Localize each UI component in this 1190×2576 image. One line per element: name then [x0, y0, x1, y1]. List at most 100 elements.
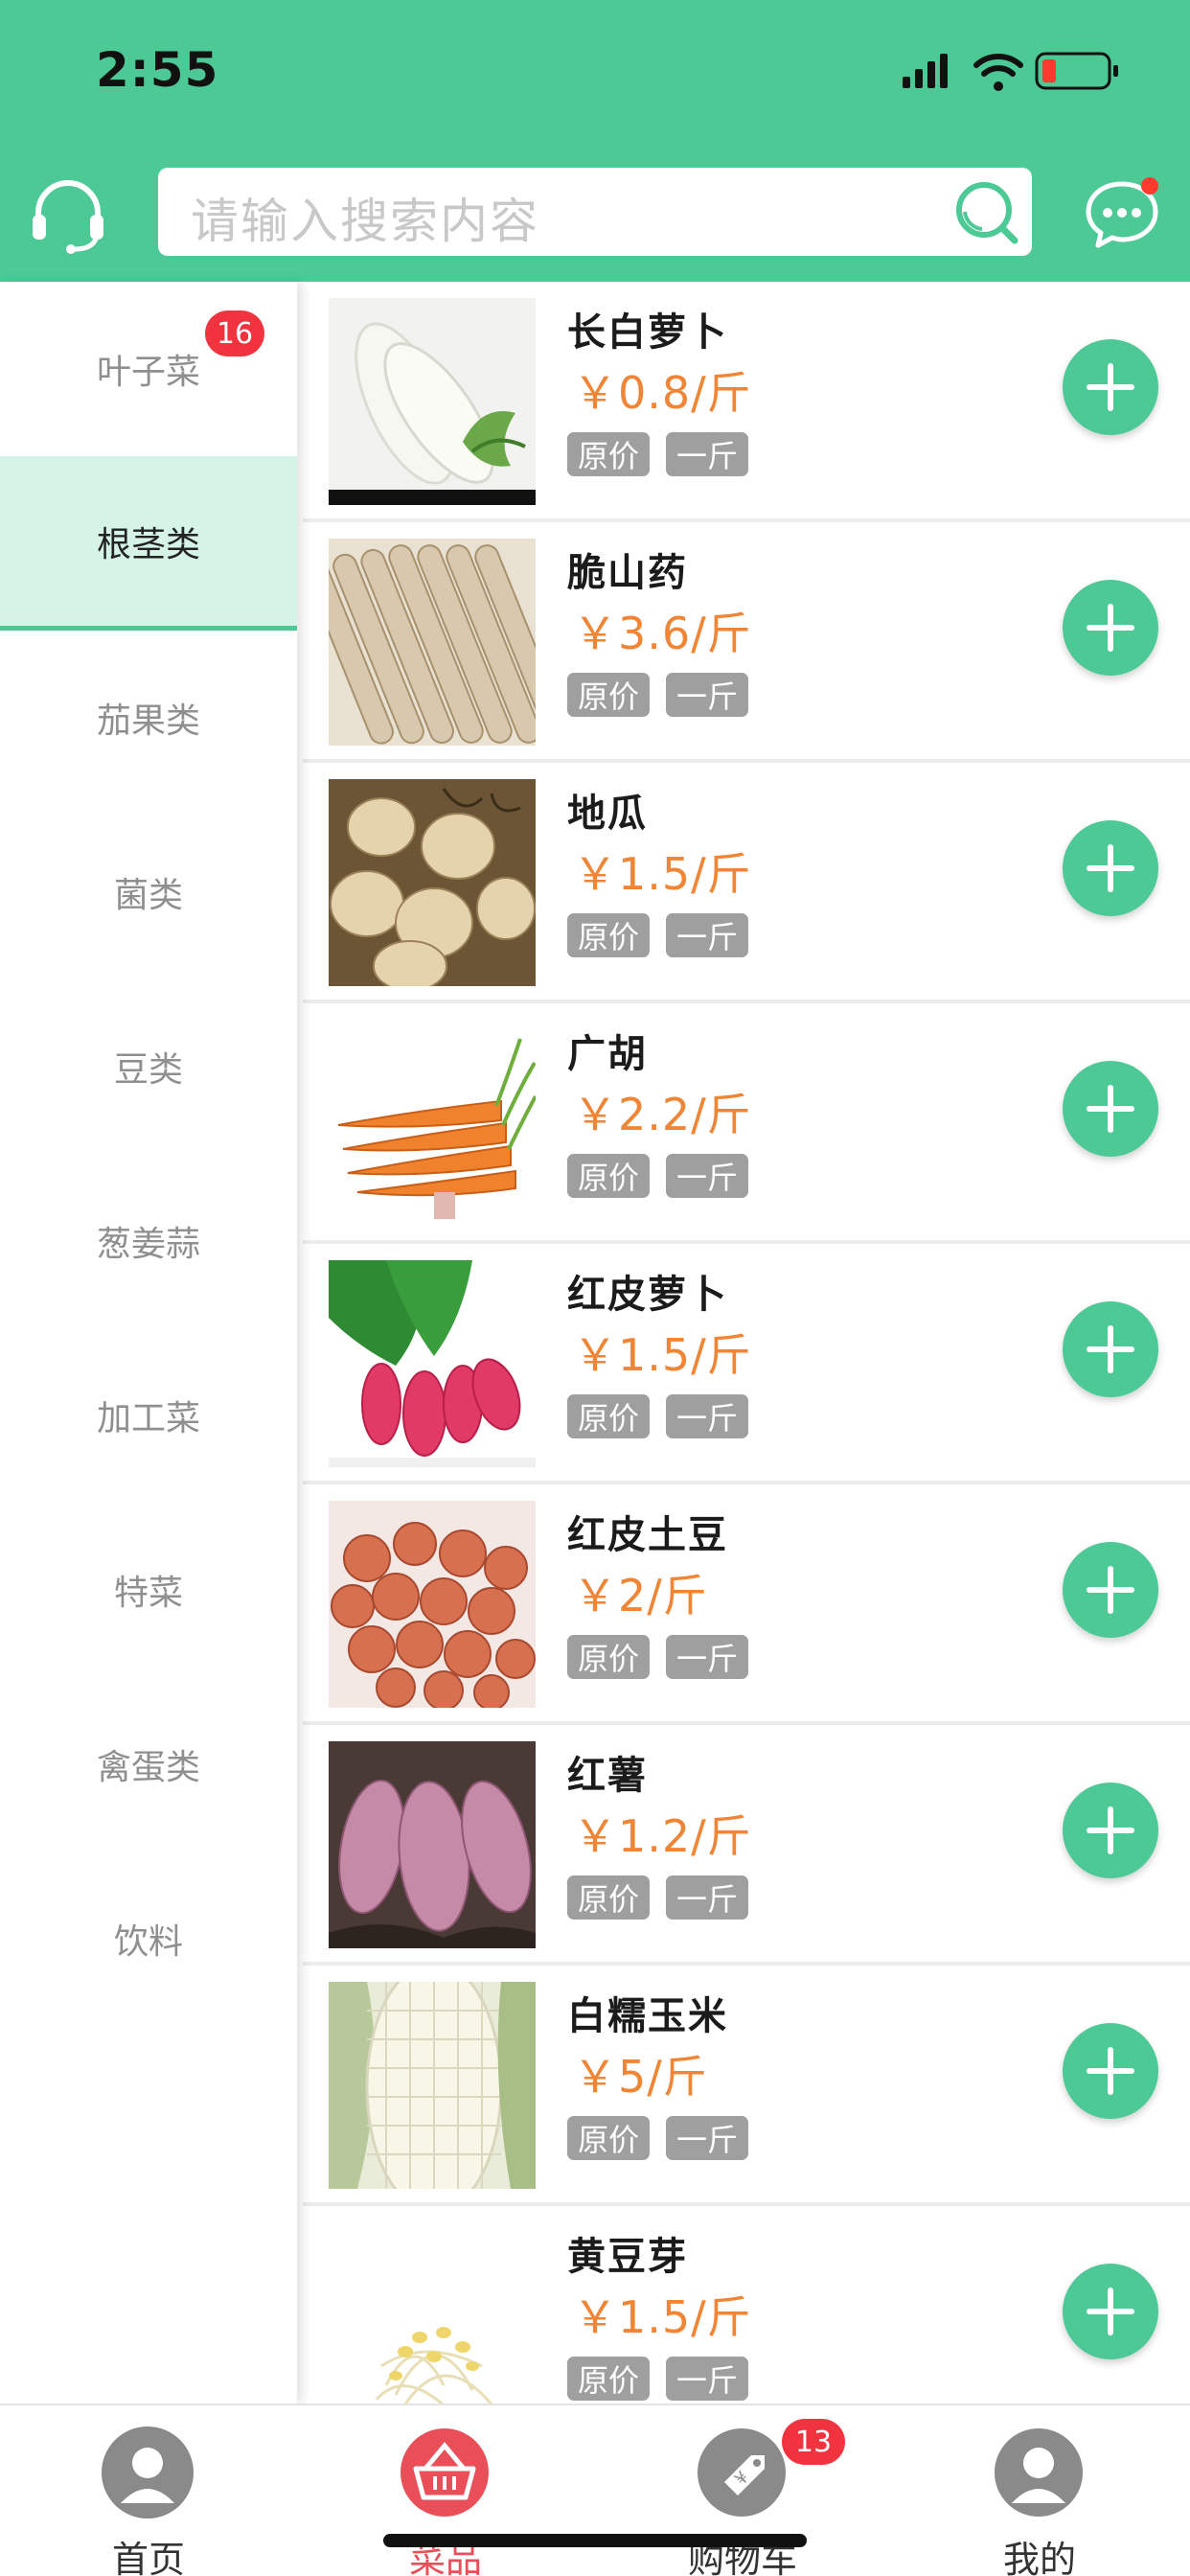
unit-tag: 一斤	[666, 2357, 748, 2401]
product-name: 地瓜	[567, 792, 648, 836]
original-price-tag: 原价	[567, 673, 650, 717]
product-row[interactable]: 脆山药 ￥3.6/斤 原价 一斤	[303, 522, 1190, 763]
tab-home[interactable]: 首页	[0, 2405, 297, 2576]
product-name: 红皮土豆	[567, 1513, 728, 1557]
sidebar-item-mushroom[interactable]: 菌类	[0, 805, 297, 979]
add-to-cart-button[interactable]	[1063, 1061, 1158, 1157]
search-placeholder: 请输入搜索内容	[191, 194, 539, 249]
unit-tag: 一斤	[666, 2116, 748, 2160]
cart-count-badge: 13	[782, 2419, 845, 2465]
add-to-cart-button[interactable]	[1063, 1782, 1158, 1878]
bottom-tab-bar: 首页 菜品 ¥ 13 购物车 我的	[0, 2404, 1190, 2576]
product-price: ￥0.8/斤	[573, 367, 752, 419]
plus-icon	[1087, 363, 1134, 411]
unit-tag: 一斤	[666, 1394, 748, 1438]
product-price: ￥2.2/斤	[573, 1089, 752, 1140]
product-row[interactable]: 长白萝卜 ￥0.8/斤 原价 一斤	[303, 282, 1190, 522]
original-price-tag: 原价	[567, 2116, 650, 2160]
product-price: ￥1.2/斤	[573, 1810, 752, 1862]
product-row[interactable]: 广胡 ￥2.2/斤 原价 一斤	[303, 1003, 1190, 1244]
add-to-cart-button[interactable]	[1063, 2264, 1158, 2359]
product-price: ￥1.5/斤	[573, 848, 752, 900]
product-name: 长白萝卜	[567, 310, 728, 355]
sidebar-item-label: 根茎类	[96, 524, 200, 564]
product-image-red-radish	[329, 1260, 536, 1467]
category-count-badge: 16	[205, 310, 264, 356]
product-name: 广胡	[567, 1032, 648, 1076]
cart-tag-icon: ¥	[696, 2426, 788, 2518]
sidebar-item-label: 特菜	[113, 1574, 183, 1613]
home-avatar-icon	[102, 2426, 194, 2518]
sidebar-item-drinks[interactable]: 饮料	[0, 1852, 297, 2026]
product-row[interactable]: 黄豆芽 ￥1.5/斤 原价 一斤	[303, 2206, 1190, 2404]
plus-icon	[1087, 2047, 1134, 2095]
product-image-white-corn	[329, 1982, 536, 2189]
product-price: ￥2/斤	[573, 1570, 708, 1622]
profile-icon	[993, 2426, 1085, 2518]
sidebar-item-solanaceous[interactable]: 茄果类	[0, 631, 297, 805]
status-time: 2:55	[96, 42, 219, 98]
product-image-sweet-potato	[329, 1741, 536, 1948]
plus-icon	[1087, 1085, 1134, 1133]
add-to-cart-button[interactable]	[1063, 2023, 1158, 2119]
original-price-tag: 原价	[567, 1394, 650, 1438]
original-price-tag: 原价	[567, 1635, 650, 1679]
sidebar-item-label: 饮料	[113, 1922, 183, 1962]
product-list: 长白萝卜 ￥0.8/斤 原价 一斤 脆山药 ￥3.6/斤 原价 一斤 地瓜 ￥1…	[303, 282, 1190, 2404]
sidebar-item-label: 菌类	[113, 876, 183, 915]
add-to-cart-button[interactable]	[1063, 580, 1158, 676]
product-name: 红薯	[567, 1754, 648, 1798]
status-icons	[903, 48, 1190, 96]
sidebar-item-label: 豆类	[113, 1050, 183, 1090]
product-image-white-radish	[329, 298, 536, 505]
unit-tag: 一斤	[666, 1635, 748, 1679]
product-row[interactable]: 红皮萝卜 ￥1.5/斤 原价 一斤	[303, 1244, 1190, 1484]
add-to-cart-button[interactable]	[1063, 1301, 1158, 1397]
sidebar-item-aromatics[interactable]: 葱姜蒜	[0, 1154, 297, 1328]
unit-tag: 一斤	[666, 1154, 748, 1198]
unit-tag: 一斤	[666, 1875, 748, 1920]
product-name: 脆山药	[567, 551, 688, 595]
tab-profile[interactable]: 我的	[891, 2405, 1188, 2576]
add-to-cart-button[interactable]	[1063, 1542, 1158, 1638]
plus-icon	[1087, 1566, 1134, 1614]
sidebar-item-label: 叶子菜	[96, 353, 200, 392]
product-row[interactable]: 白糯玉米 ￥5/斤 原价 一斤	[303, 1966, 1190, 2206]
sidebar-item-specialty[interactable]: 特菜	[0, 1503, 297, 1677]
tab-products[interactable]: 菜品	[297, 2405, 594, 2576]
product-image-yam	[329, 539, 536, 746]
sidebar-item-label: 加工菜	[96, 1399, 200, 1438]
product-name: 黄豆芽	[567, 2235, 688, 2279]
search-icon[interactable]	[951, 177, 1020, 246]
unit-tag: 一斤	[666, 432, 748, 476]
product-row[interactable]: 地瓜 ￥1.5/斤 原价 一斤	[303, 763, 1190, 1003]
plus-icon	[1087, 844, 1134, 892]
product-row[interactable]: 红薯 ￥1.2/斤 原价 一斤	[303, 1725, 1190, 1966]
product-image-bean-sprouts	[329, 2222, 536, 2404]
product-price: ￥1.5/斤	[573, 1329, 752, 1381]
home-indicator	[383, 2534, 807, 2547]
headset-icon[interactable]	[27, 172, 109, 255]
battery-icon	[1035, 52, 1118, 90]
original-price-tag: 原价	[567, 2357, 650, 2401]
original-price-tag: 原价	[567, 432, 650, 476]
plus-icon	[1087, 2288, 1134, 2335]
product-name: 白糯玉米	[567, 1994, 728, 2038]
sidebar-item-root[interactable]: 根茎类	[0, 456, 297, 631]
add-to-cart-button[interactable]	[1063, 820, 1158, 916]
tab-cart[interactable]: ¥ 13 购物车	[594, 2405, 891, 2576]
tab-label: 首页	[111, 2539, 185, 2576]
sidebar-item-beans[interactable]: 豆类	[0, 979, 297, 1154]
search-input[interactable]: 请输入搜索内容	[158, 168, 1032, 256]
sidebar-item-leafy[interactable]: 叶子菜 16	[0, 282, 297, 456]
sidebar-item-poultry-eggs[interactable]: 禽蛋类	[0, 1677, 297, 1852]
add-to-cart-button[interactable]	[1063, 339, 1158, 435]
product-image-jicama	[329, 779, 536, 986]
product-row[interactable]: 红皮土豆 ￥2/斤 原价 一斤	[303, 1484, 1190, 1725]
top-bar: 2:55 请输入搜索内容	[0, 0, 1190, 282]
message-icon[interactable]	[1081, 172, 1163, 255]
sidebar-item-processed[interactable]: 加工菜	[0, 1328, 297, 1503]
product-price: ￥3.6/斤	[573, 608, 752, 659]
sidebar-item-label: 葱姜蒜	[96, 1225, 200, 1264]
plus-icon	[1087, 604, 1134, 652]
